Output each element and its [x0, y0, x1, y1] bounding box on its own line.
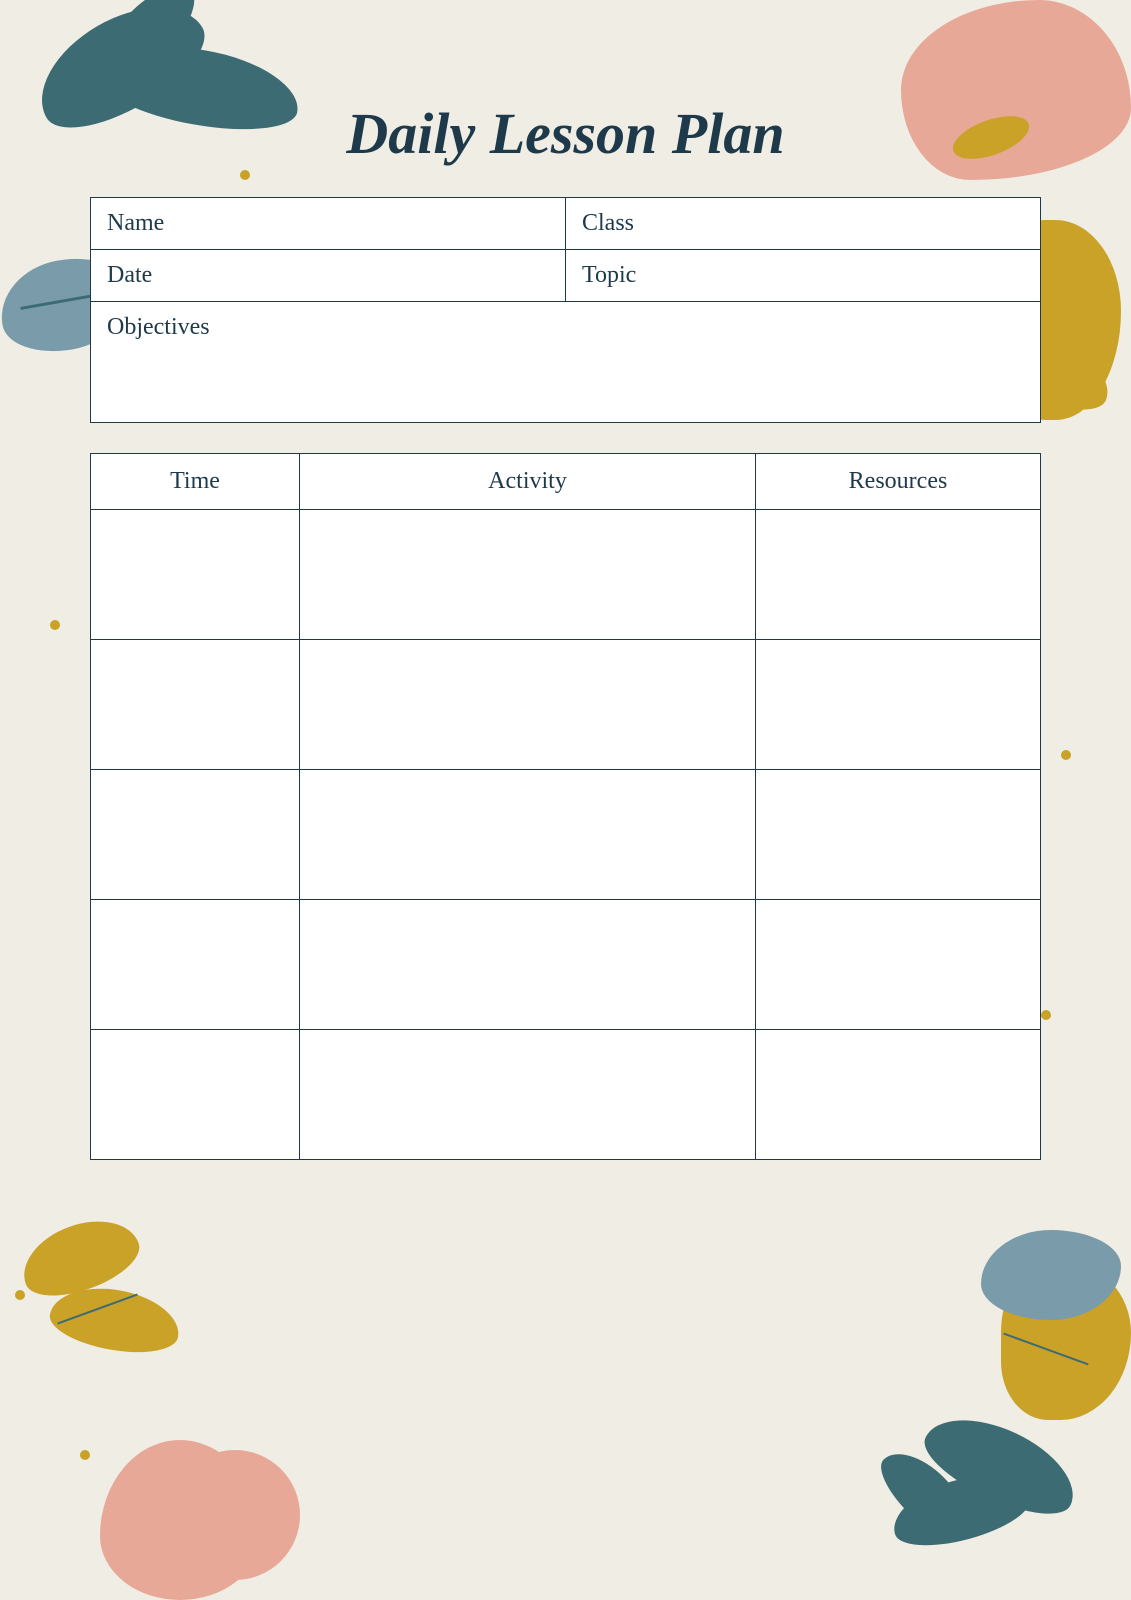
resources-cell-5	[756, 1029, 1041, 1159]
table-row	[91, 639, 1041, 769]
dot-3	[50, 620, 60, 630]
time-cell-5	[91, 1029, 300, 1159]
dot-6	[15, 1290, 25, 1300]
time-cell-3	[91, 769, 300, 899]
activity-cell-2	[300, 639, 756, 769]
resources-cell-4	[756, 899, 1041, 1029]
time-cell-2	[91, 639, 300, 769]
table-body	[91, 509, 1041, 1159]
form-table: Name Class Date Topic	[90, 197, 1041, 302]
resources-cell-3	[756, 769, 1041, 899]
line-teal-left	[20, 293, 99, 310]
objectives-table: Objectives	[90, 302, 1041, 423]
resources-header: Resources	[756, 453, 1041, 509]
name-label: Name	[91, 198, 566, 250]
topic-label: Topic	[566, 250, 1041, 302]
table-row	[91, 769, 1041, 899]
main-content: Daily Lesson Plan Name Class Date Topic …	[90, 100, 1041, 1500]
activity-cell-1	[300, 509, 756, 639]
dot-7	[80, 1450, 90, 1460]
time-header: Time	[91, 453, 300, 509]
activity-header: Activity	[300, 453, 756, 509]
activity-cell-5	[300, 1029, 756, 1159]
time-cell-1	[91, 509, 300, 639]
dot-5	[1041, 1010, 1051, 1020]
table-row	[91, 1029, 1041, 1159]
date-topic-row: Date Topic	[91, 250, 1041, 302]
resources-cell-2	[756, 639, 1041, 769]
header-row: Time Activity Resources	[91, 453, 1041, 509]
objectives-row: Objectives	[91, 302, 1041, 422]
page: Daily Lesson Plan Name Class Date Topic …	[0, 0, 1131, 1600]
table-header: Time Activity Resources	[91, 453, 1041, 509]
table-row	[91, 899, 1041, 1029]
page-title: Daily Lesson Plan	[90, 100, 1041, 167]
table-row	[91, 509, 1041, 639]
class-label: Class	[566, 198, 1041, 250]
activity-cell-3	[300, 769, 756, 899]
schedule-table: Time Activity Resources	[90, 453, 1041, 1160]
leaf-teal-top-left-3	[82, 0, 208, 105]
activity-cell-4	[300, 899, 756, 1029]
resources-cell-1	[756, 509, 1041, 639]
name-class-row: Name Class	[91, 198, 1041, 250]
objectives-label: Objectives	[91, 302, 1041, 422]
date-label: Date	[91, 250, 566, 302]
time-cell-4	[91, 899, 300, 1029]
dot-4	[1061, 750, 1071, 760]
